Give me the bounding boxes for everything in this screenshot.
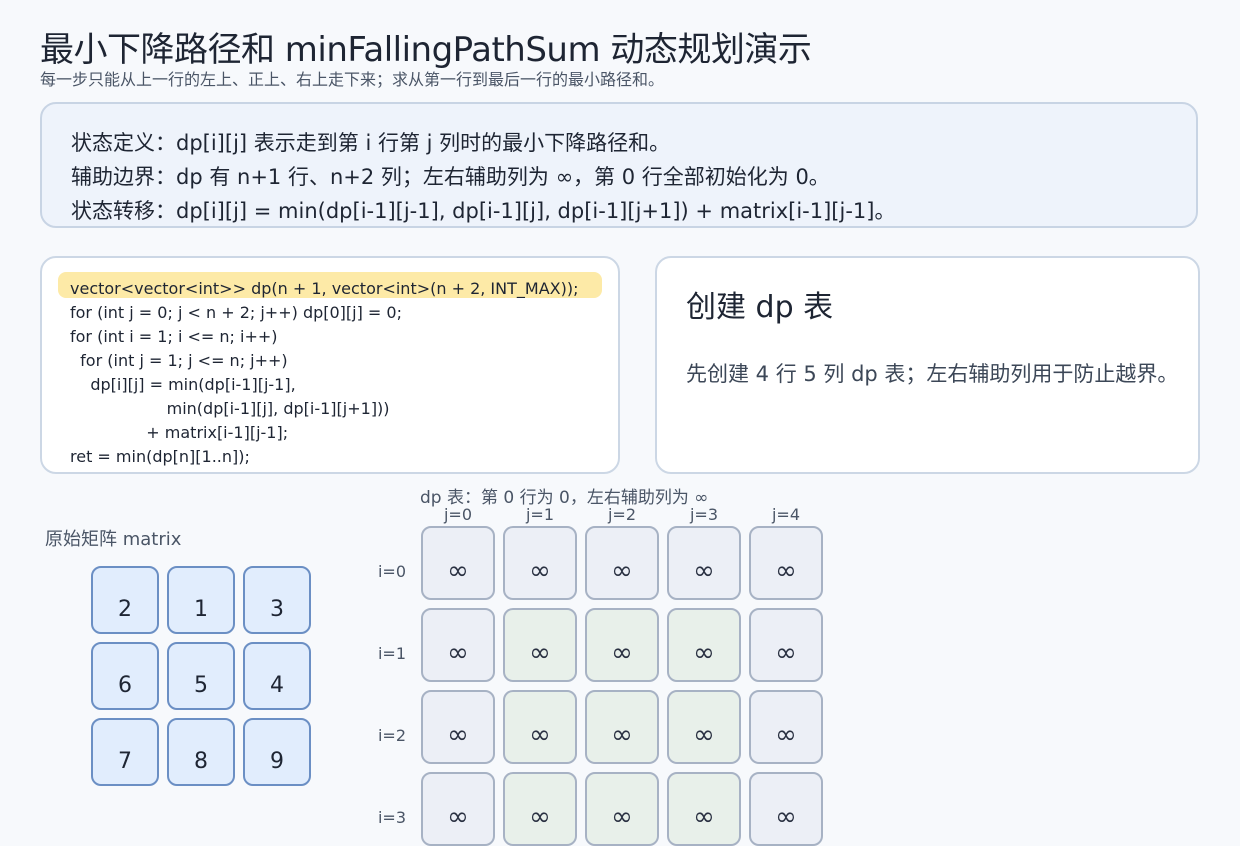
matrix-cell: 2 (91, 566, 159, 634)
dp-boundary-cell: ∞ (749, 772, 823, 846)
page-subtitle: 每一步只能从上一行的左上、正上、右上走下来；求从第一行到最后一行的最小路径和。 (40, 70, 665, 89)
matrix-cell: 3 (243, 566, 311, 634)
dp-cell: ∞ (585, 690, 659, 764)
dp-boundary-cell: ∞ (421, 690, 495, 764)
dp-boundary-cell: ∞ (421, 772, 495, 846)
dp-cell: ∞ (667, 690, 741, 764)
matrix-cell: 4 (243, 642, 311, 710)
dp-cell: ∞ (667, 608, 741, 682)
step-description: 先创建 4 行 5 列 dp 表；左右辅助列用于防止越界。 (686, 362, 1179, 386)
code-line: + matrix[i-1][j-1]; (70, 423, 289, 442)
dp-cell: ∞ (667, 772, 741, 846)
matrix-caption: 原始矩阵 matrix (45, 529, 182, 550)
dp-boundary-cell: ∞ (503, 526, 577, 600)
code-panel: vector<vector<int>> dp(n + 1, vector<int… (40, 256, 620, 474)
dp-cell: ∞ (503, 608, 577, 682)
dp-row-label: i=1 (377, 644, 407, 663)
code-line: ret = min(dp[n][1..n]); (70, 447, 250, 466)
step-panel: 创建 dp 表 先创建 4 行 5 列 dp 表；左右辅助列用于防止越界。 (655, 256, 1200, 474)
dp-cell: ∞ (503, 772, 577, 846)
dp-boundary-cell: ∞ (421, 526, 495, 600)
page-title: 最小下降路径和 minFallingPathSum 动态规划演示 (40, 30, 812, 70)
code-line: dp[i][j] = min(dp[i-1][j-1], (70, 375, 296, 394)
code-line: for (int j = 0; j < n + 2; j++) dp[0][j]… (70, 303, 402, 322)
boundary-definition: 辅助边界：dp 有 n+1 行、n+2 列；左右辅助列为 ∞，第 0 行全部初始… (71, 165, 830, 189)
dp-cell: ∞ (503, 690, 577, 764)
dp-column-label: j=1 (525, 505, 555, 524)
matrix-cell: 8 (167, 718, 235, 786)
dp-row-label: i=0 (377, 562, 407, 581)
code-line: vector<vector<int>> dp(n + 1, vector<int… (70, 279, 579, 298)
dp-boundary-cell: ∞ (749, 526, 823, 600)
state-definition: 状态定义：dp[i][j] 表示走到第 i 行第 j 列时的最小下降路径和。 (71, 131, 671, 155)
dp-cell: ∞ (585, 772, 659, 846)
matrix-cell: 1 (167, 566, 235, 634)
dp-row-label: i=2 (377, 726, 407, 745)
dp-column-label: j=0 (443, 505, 473, 524)
matrix-cell: 7 (91, 718, 159, 786)
dp-boundary-cell: ∞ (585, 526, 659, 600)
dp-cell: ∞ (585, 608, 659, 682)
step-title: 创建 dp 表 (686, 290, 834, 325)
dp-column-label: j=2 (607, 505, 637, 524)
dp-column-label: j=4 (771, 505, 801, 524)
transition-definition: 状态转移：dp[i][j] = min(dp[i-1][j-1], dp[i-1… (71, 199, 896, 223)
code-line: min(dp[i-1][j], dp[i-1][j+1])) (70, 399, 390, 418)
definition-panel: 状态定义：dp[i][j] 表示走到第 i 行第 j 列时的最小下降路径和。 辅… (40, 102, 1198, 228)
matrix-cell: 5 (167, 642, 235, 710)
code-line: for (int i = 1; i <= n; i++) (70, 327, 278, 346)
code-line: for (int j = 1; j <= n; j++) (70, 351, 288, 370)
dp-boundary-cell: ∞ (667, 526, 741, 600)
dp-boundary-cell: ∞ (749, 690, 823, 764)
dp-column-label: j=3 (689, 505, 719, 524)
dp-boundary-cell: ∞ (749, 608, 823, 682)
dp-row-label: i=3 (377, 808, 407, 827)
matrix-cell: 9 (243, 718, 311, 786)
matrix-cell: 6 (91, 642, 159, 710)
dp-boundary-cell: ∞ (421, 608, 495, 682)
